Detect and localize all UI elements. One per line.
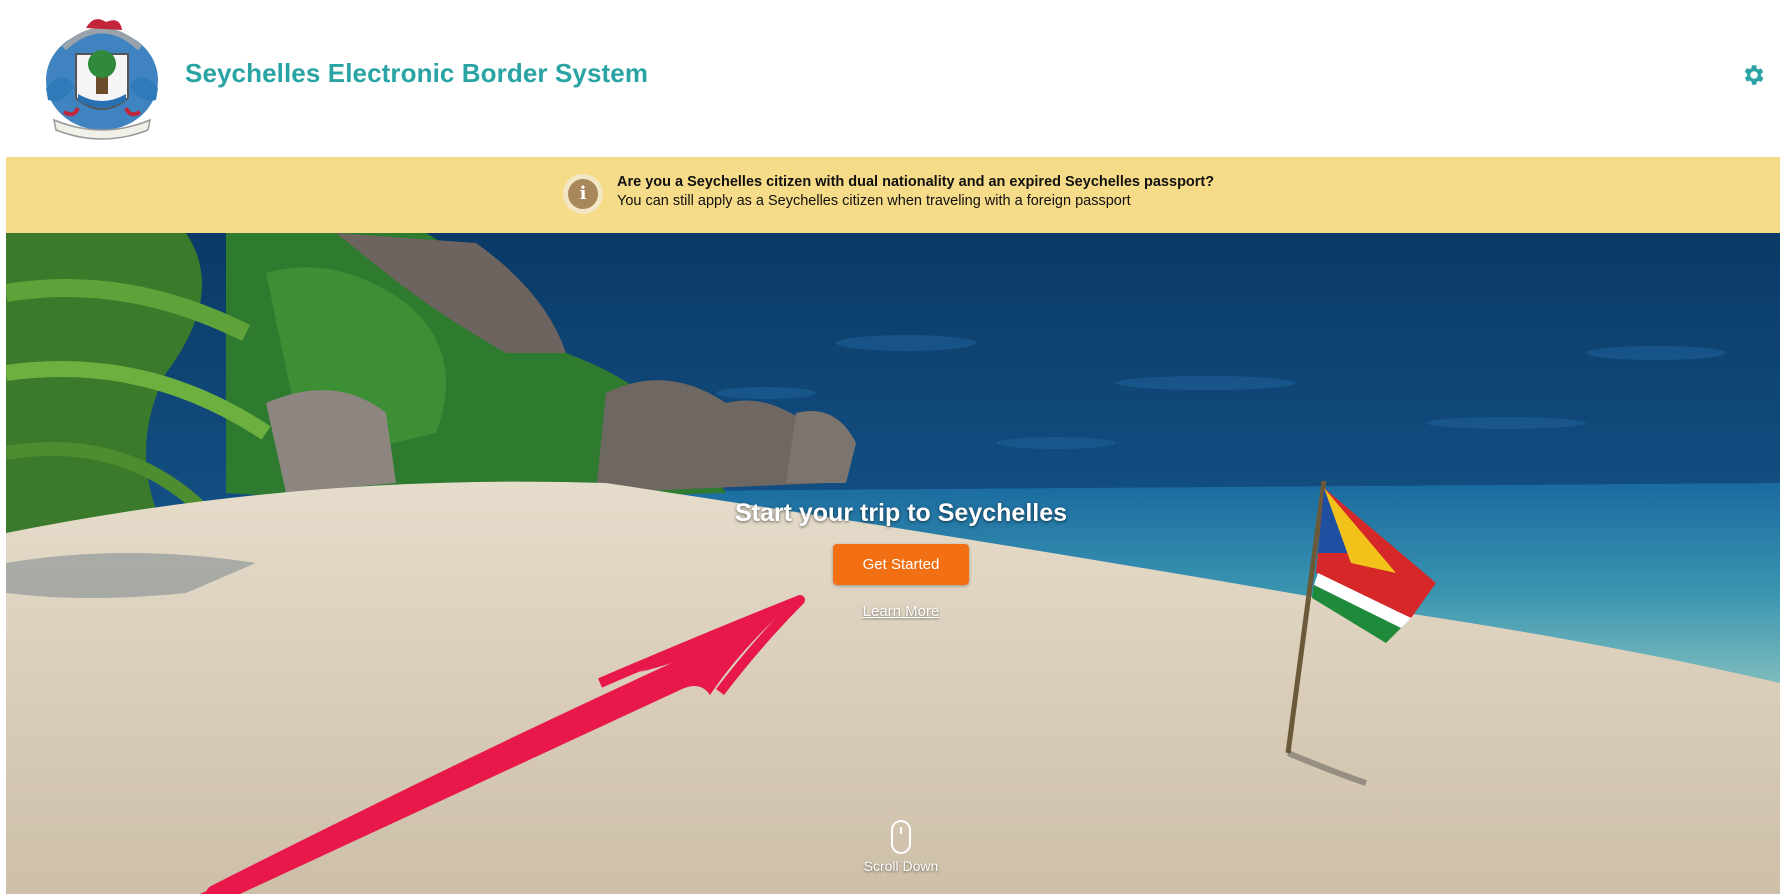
site-title[interactable]: Seychelles Electronic Border System — [185, 58, 648, 89]
notice-title: Are you a Seychelles citizen with dual n… — [617, 174, 1215, 190]
notice-subtitle: You can still apply as a Seychelles citi… — [617, 193, 1131, 209]
site-header: Seychelles Electronic Border System — [0, 0, 1780, 157]
mouse-icon — [891, 820, 911, 854]
hero-section: Start your trip to Seychelles Get Starte… — [6, 233, 1780, 894]
info-icon: i — [563, 174, 603, 214]
scroll-down-label: Scroll Down — [863, 858, 939, 874]
dual-nationality-notice: i Are you a Seychelles citizen with dual… — [6, 157, 1780, 233]
hero-title: Start your trip to Seychelles — [734, 499, 1068, 527]
coat-of-arms-logo[interactable] — [34, 8, 170, 144]
learn-more-link[interactable]: Learn More — [6, 603, 1780, 620]
scroll-down-indicator[interactable]: Scroll Down — [846, 820, 956, 874]
gear-icon[interactable] — [1740, 62, 1766, 88]
get-started-button[interactable]: Get Started — [833, 544, 969, 585]
